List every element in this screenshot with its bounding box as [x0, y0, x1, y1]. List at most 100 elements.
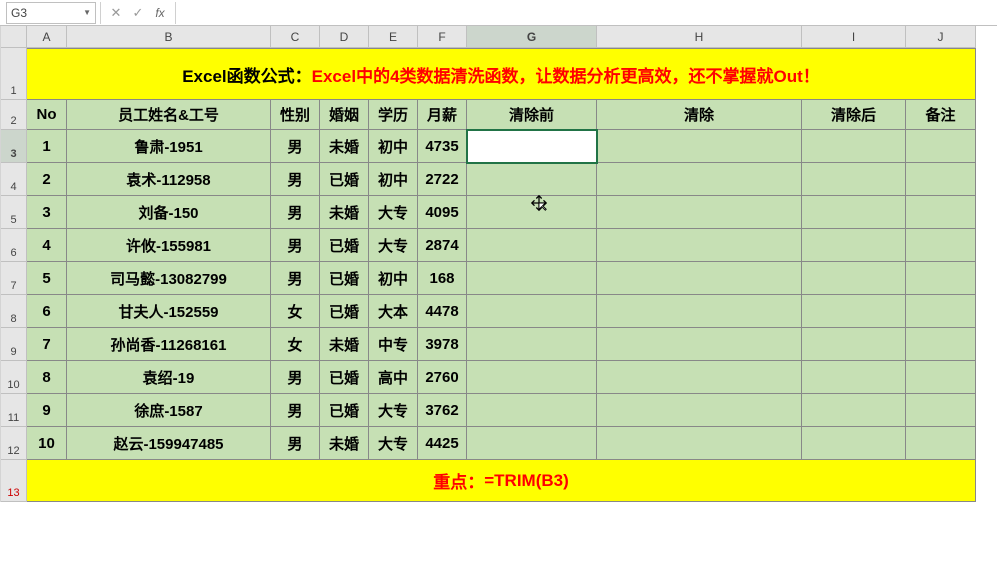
select-all-corner[interactable] — [1, 26, 27, 48]
cell-H9[interactable] — [597, 328, 802, 361]
cell-E4[interactable]: 初中 — [369, 163, 418, 196]
cell-B3[interactable]: 鲁肃-1951 — [67, 130, 271, 163]
cell-J6[interactable] — [906, 229, 976, 262]
row-header-3[interactable]: 3 — [1, 130, 27, 163]
row-header-9[interactable]: 9 — [1, 328, 27, 361]
header-clean[interactable]: 清除 — [597, 100, 802, 130]
formula-input[interactable] — [180, 2, 997, 24]
header-name[interactable]: 员工姓名&工号 — [67, 100, 271, 130]
cell-E8[interactable]: 大本 — [369, 295, 418, 328]
cell-C10[interactable]: 男 — [271, 361, 320, 394]
cell-B10[interactable]: 袁绍-19 — [67, 361, 271, 394]
cell-I6[interactable] — [802, 229, 906, 262]
cell-E6[interactable]: 大专 — [369, 229, 418, 262]
cell-C6[interactable]: 男 — [271, 229, 320, 262]
cell-B11[interactable]: 徐庶-1587 — [67, 394, 271, 427]
cell-F11[interactable]: 3762 — [418, 394, 467, 427]
column-header-H[interactable]: H — [597, 26, 802, 48]
cell-I11[interactable] — [802, 394, 906, 427]
cell-D12[interactable]: 未婚 — [320, 427, 369, 460]
cell-H7[interactable] — [597, 262, 802, 295]
cell-E7[interactable]: 初中 — [369, 262, 418, 295]
cell-G11[interactable] — [467, 394, 597, 427]
cell-G8[interactable] — [467, 295, 597, 328]
cell-H6[interactable] — [597, 229, 802, 262]
cell-C4[interactable]: 男 — [271, 163, 320, 196]
spreadsheet-grid[interactable]: A B C D E F G H I J 1 Excel函数公式： Excel中的… — [0, 26, 997, 502]
name-box[interactable]: G3 ▼ — [6, 2, 96, 24]
cell-E3[interactable]: 初中 — [369, 130, 418, 163]
cell-G12[interactable] — [467, 427, 597, 460]
cell-F8[interactable]: 4478 — [418, 295, 467, 328]
cell-B12[interactable]: 赵云-159947485 — [67, 427, 271, 460]
column-header-F[interactable]: F — [418, 26, 467, 48]
cell-I8[interactable] — [802, 295, 906, 328]
cell-C8[interactable]: 女 — [271, 295, 320, 328]
cell-J8[interactable] — [906, 295, 976, 328]
cell-H4[interactable] — [597, 163, 802, 196]
row-header-4[interactable]: 4 — [1, 163, 27, 196]
cell-H10[interactable] — [597, 361, 802, 394]
cell-A3[interactable]: 1 — [27, 130, 67, 163]
cell-E9[interactable]: 中专 — [369, 328, 418, 361]
cell-I4[interactable] — [802, 163, 906, 196]
cell-G5[interactable] — [467, 196, 597, 229]
cell-B5[interactable]: 刘备-150 — [67, 196, 271, 229]
footer-cell[interactable]: 重点： =TRIM(B3) — [27, 460, 976, 502]
row-header-8[interactable]: 8 — [1, 295, 27, 328]
header-education[interactable]: 学历 — [369, 100, 418, 130]
row-header-7[interactable]: 7 — [1, 262, 27, 295]
cell-D6[interactable]: 已婚 — [320, 229, 369, 262]
header-no[interactable]: No — [27, 100, 67, 130]
cell-D8[interactable]: 已婚 — [320, 295, 369, 328]
row-header-5[interactable]: 5 — [1, 196, 27, 229]
cell-G3[interactable] — [467, 130, 597, 163]
cell-I9[interactable] — [802, 328, 906, 361]
cell-H11[interactable] — [597, 394, 802, 427]
cell-A7[interactable]: 5 — [27, 262, 67, 295]
cell-I5[interactable] — [802, 196, 906, 229]
cell-J11[interactable] — [906, 394, 976, 427]
cell-D7[interactable]: 已婚 — [320, 262, 369, 295]
cell-I7[interactable] — [802, 262, 906, 295]
cell-F4[interactable]: 2722 — [418, 163, 467, 196]
column-header-C[interactable]: C — [271, 26, 320, 48]
cell-C9[interactable]: 女 — [271, 328, 320, 361]
header-before[interactable]: 清除前 — [467, 100, 597, 130]
fx-button[interactable]: fx — [149, 2, 171, 24]
cell-J7[interactable] — [906, 262, 976, 295]
column-header-B[interactable]: B — [67, 26, 271, 48]
cell-C12[interactable]: 男 — [271, 427, 320, 460]
column-header-G[interactable]: G — [467, 26, 597, 48]
column-header-I[interactable]: I — [802, 26, 906, 48]
cell-F12[interactable]: 4425 — [418, 427, 467, 460]
cell-B7[interactable]: 司马懿-13082799 — [67, 262, 271, 295]
cell-J3[interactable] — [906, 130, 976, 163]
row-header-12[interactable]: 12 — [1, 427, 27, 460]
cell-I10[interactable] — [802, 361, 906, 394]
header-marriage[interactable]: 婚姻 — [320, 100, 369, 130]
column-header-D[interactable]: D — [320, 26, 369, 48]
row-header-6[interactable]: 6 — [1, 229, 27, 262]
cell-D9[interactable]: 未婚 — [320, 328, 369, 361]
cell-A8[interactable]: 6 — [27, 295, 67, 328]
cell-F3[interactable]: 4735 — [418, 130, 467, 163]
cell-J12[interactable] — [906, 427, 976, 460]
header-note[interactable]: 备注 — [906, 100, 976, 130]
cell-G9[interactable] — [467, 328, 597, 361]
cell-A5[interactable]: 3 — [27, 196, 67, 229]
cell-B8[interactable]: 甘夫人-152559 — [67, 295, 271, 328]
cell-D10[interactable]: 已婚 — [320, 361, 369, 394]
cell-F10[interactable]: 2760 — [418, 361, 467, 394]
cell-C11[interactable]: 男 — [271, 394, 320, 427]
row-header-2[interactable]: 2 — [1, 100, 27, 130]
cell-F6[interactable]: 2874 — [418, 229, 467, 262]
cell-E10[interactable]: 高中 — [369, 361, 418, 394]
cell-G10[interactable] — [467, 361, 597, 394]
cell-A4[interactable]: 2 — [27, 163, 67, 196]
cell-J9[interactable] — [906, 328, 976, 361]
cell-A12[interactable]: 10 — [27, 427, 67, 460]
cell-B6[interactable]: 许攸-155981 — [67, 229, 271, 262]
cell-G6[interactable] — [467, 229, 597, 262]
cell-E12[interactable]: 大专 — [369, 427, 418, 460]
